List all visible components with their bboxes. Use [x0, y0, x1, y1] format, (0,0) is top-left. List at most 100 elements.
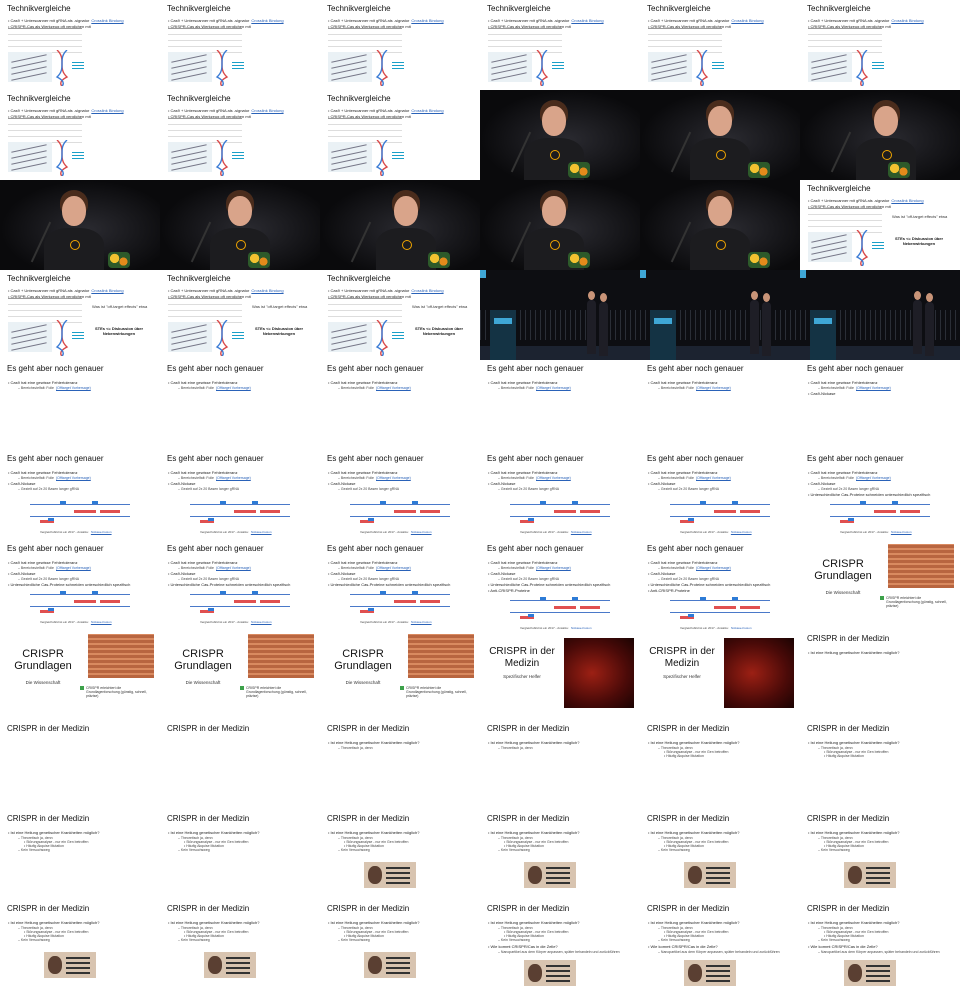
frame-thumbnail[interactable]: Es geht aber noch genauer Cas9 hat eine g…: [160, 450, 320, 540]
frame-thumbnail[interactable]: CRISPR in der Medizin Spezifischer Helfer: [480, 630, 640, 720]
frame-thumbnail[interactable]: Technikvergleiche Cas9 + Unterscanner mit…: [320, 90, 480, 180]
frame-thumbnail[interactable]: CRISPR in der Medizin Ist eine Heilung ge…: [800, 630, 960, 720]
frame-thumbnail[interactable]: Technikvergleiche Cas9 + Unterscanner mit…: [0, 90, 160, 180]
frame-thumbnail[interactable]: Es geht aber noch genauer Cas9 hat eine g…: [800, 450, 960, 540]
caption-link[interactable]: Nickase-Fusion: [891, 530, 912, 534]
frame-thumbnail[interactable]: CRISPR in der Medizin Ist eine Heilung ge…: [480, 900, 640, 990]
frame-thumbnail[interactable]: Es geht aber noch genauer Cas9 hat eine g…: [0, 540, 160, 630]
frame-thumbnail[interactable]: [640, 90, 800, 180]
bullet-link[interactable]: Crosslink Bindung: [891, 18, 923, 23]
sub-link[interactable]: (Offtarget Vorhersage): [856, 476, 891, 480]
frame-thumbnail[interactable]: CRISPR in der Medizin Ist eine Heilung ge…: [480, 720, 640, 810]
frame-thumbnail[interactable]: Es geht aber noch genauer Cas9 hat eine g…: [0, 450, 160, 540]
sub-link[interactable]: (Offtarget Vorhersage): [56, 566, 91, 570]
bullet-link[interactable]: Crosslink Bindung: [251, 18, 283, 23]
frame-thumbnail[interactable]: CRISPR in der Medizin Ist eine Heilung ge…: [160, 900, 320, 990]
frame-thumbnail[interactable]: Es geht aber noch genauer Cas9 hat eine g…: [640, 450, 800, 540]
frame-thumbnail[interactable]: [0, 180, 160, 270]
frame-thumbnail[interactable]: CRISPR in der Medizin Ist eine Heilung ge…: [640, 810, 800, 900]
bullet-link[interactable]: Crosslink Bindung: [731, 18, 763, 23]
frame-thumbnail[interactable]: [320, 180, 480, 270]
frame-thumbnail[interactable]: [480, 270, 640, 360]
frame-thumbnail[interactable]: [800, 90, 960, 180]
frame-thumbnail[interactable]: CRISPR in der Medizin Ist eine Heilung ge…: [320, 720, 480, 810]
frame-thumbnail[interactable]: Es geht aber noch genauer Cas9 hat eine g…: [320, 540, 480, 630]
sub-link[interactable]: (Offtarget Vorhersage): [856, 386, 891, 390]
sub-link[interactable]: (Offtarget Vorhersage): [696, 566, 731, 570]
frame-thumbnail[interactable]: Technikvergleiche Cas9 + Unterscanner mit…: [640, 0, 800, 90]
frame-thumbnail[interactable]: Es geht aber noch genauer Cas9 hat eine g…: [320, 360, 480, 450]
frame-thumbnail[interactable]: CRISPR in der Medizin Ist eine Heilung ge…: [800, 900, 960, 990]
sub-link[interactable]: (Offtarget Vorhersage): [216, 566, 251, 570]
sub-link[interactable]: (Offtarget Vorhersage): [536, 386, 571, 390]
sub-link[interactable]: (Offtarget Vorhersage): [216, 476, 251, 480]
frame-thumbnail[interactable]: [640, 270, 800, 360]
frame-thumbnail[interactable]: Technikvergleiche Cas9 + Unterscanner mit…: [800, 0, 960, 90]
sub-link[interactable]: (Offtarget Vorhersage): [696, 386, 731, 390]
bullet-link[interactable]: Crosslink Bindung: [91, 18, 123, 23]
frame-thumbnail[interactable]: CRISPR in der Medizin Ist eine Heilung ge…: [160, 810, 320, 900]
frame-thumbnail[interactable]: Es geht aber noch genauer Cas9 hat eine g…: [320, 450, 480, 540]
sub-link[interactable]: (Offtarget Vorhersage): [56, 386, 91, 390]
frame-thumbnail[interactable]: Technikvergleiche Cas9 + Unterscanner mit…: [160, 0, 320, 90]
frame-thumbnail[interactable]: CRISPR in der Medizin Ist eine Heilung ge…: [320, 810, 480, 900]
frame-thumbnail[interactable]: Es geht aber noch genauer Cas9 hat eine g…: [640, 360, 800, 450]
frame-thumbnail[interactable]: CRISPR in der Medizin: [160, 720, 320, 810]
sub-link[interactable]: (Offtarget Vorhersage): [216, 386, 251, 390]
caption-link[interactable]: Nickase-Fusion: [411, 620, 432, 624]
frame-thumbnail[interactable]: CRISPR in der Medizin Ist eine Heilung ge…: [640, 900, 800, 990]
frame-thumbnail[interactable]: Es geht aber noch genauer Cas9 hat eine g…: [640, 540, 800, 630]
caption-link[interactable]: Nickase-Fusion: [411, 530, 432, 534]
frame-thumbnail[interactable]: CRISPR Grundlagen Die Wissenschaft CRISPR …: [0, 630, 160, 720]
frame-thumbnail[interactable]: Technikvergleiche Cas9 + Unterscanner mit…: [320, 270, 480, 360]
frame-thumbnail[interactable]: Technikvergleiche Cas9 + Unterscanner mit…: [320, 0, 480, 90]
frame-thumbnail[interactable]: [160, 180, 320, 270]
frame-thumbnail[interactable]: Technikvergleiche Cas9 + Unterscanner mit…: [480, 0, 640, 90]
frame-thumbnail[interactable]: Es geht aber noch genauer Cas9 hat eine g…: [800, 360, 960, 450]
bullet-link[interactable]: Crosslink Bindung: [571, 18, 603, 23]
caption-link[interactable]: Nickase-Fusion: [91, 530, 112, 534]
frame-thumbnail[interactable]: CRISPR Grundlagen Die Wissenschaft CRISPR …: [160, 630, 320, 720]
sub-link[interactable]: (Offtarget Vorhersage): [536, 476, 571, 480]
frame-thumbnail[interactable]: Es geht aber noch genauer Cas9 hat eine g…: [480, 450, 640, 540]
frame-thumbnail[interactable]: CRISPR in der Medizin Ist eine Heilung ge…: [0, 900, 160, 990]
frame-thumbnail[interactable]: CRISPR Grundlagen Die Wissenschaft CRISPR …: [800, 540, 960, 630]
caption-link[interactable]: Nickase-Fusion: [251, 530, 272, 534]
frame-thumbnail[interactable]: Es geht aber noch genauer Cas9 hat eine g…: [480, 360, 640, 450]
caption-link[interactable]: Nickase-Fusion: [251, 620, 272, 624]
caption-link[interactable]: Nickase-Fusion: [571, 530, 592, 534]
frame-thumbnail[interactable]: CRISPR in der Medizin Ist eine Heilung ge…: [480, 810, 640, 900]
frame-thumbnail[interactable]: Technikvergleiche Cas9 + Unterscanner mit…: [800, 180, 960, 270]
frame-thumbnail[interactable]: CRISPR Grundlagen Die Wissenschaft CRISPR …: [320, 630, 480, 720]
bullet-link[interactable]: Crosslink Bindung: [251, 108, 283, 113]
frame-thumbnail[interactable]: CRISPR in der Medizin Ist eine Heilung ge…: [0, 810, 160, 900]
frame-thumbnail[interactable]: Technikvergleiche Cas9 + Unterscanner mit…: [0, 0, 160, 90]
frame-thumbnail[interactable]: Es geht aber noch genauer Cas9 hat eine g…: [480, 540, 640, 630]
frame-thumbnail[interactable]: Technikvergleiche Cas9 + Unterscanner mit…: [0, 270, 160, 360]
frame-thumbnail[interactable]: Es geht aber noch genauer Cas9 hat eine g…: [160, 360, 320, 450]
frame-thumbnail[interactable]: Technikvergleiche Cas9 + Unterscanner mit…: [160, 270, 320, 360]
bullet-link[interactable]: Crosslink Bindung: [91, 108, 123, 113]
frame-thumbnail[interactable]: [640, 180, 800, 270]
sub-link[interactable]: (Offtarget Vorhersage): [376, 566, 411, 570]
caption-link[interactable]: Nickase-Fusion: [731, 530, 752, 534]
bullet-link[interactable]: Crosslink Bindung: [891, 198, 923, 203]
frame-thumbnail[interactable]: CRISPR in der Medizin Spezifischer Helfer: [640, 630, 800, 720]
frame-thumbnail[interactable]: [480, 90, 640, 180]
sub-link[interactable]: (Offtarget Vorhersage): [696, 476, 731, 480]
caption-link[interactable]: Nickase-Fusion: [91, 620, 112, 624]
frame-thumbnail[interactable]: CRISPR in der Medizin: [0, 720, 160, 810]
frame-thumbnail[interactable]: [800, 270, 960, 360]
bullet-link[interactable]: Crosslink Bindung: [91, 288, 123, 293]
bullet-link[interactable]: Crosslink Bindung: [411, 288, 443, 293]
bullet-link[interactable]: Crosslink Bindung: [251, 288, 283, 293]
sub-link[interactable]: (Offtarget Vorhersage): [376, 386, 411, 390]
sub-link[interactable]: (Offtarget Vorhersage): [376, 476, 411, 480]
bullet-link[interactable]: Crosslink Bindung: [411, 18, 443, 23]
sub-link[interactable]: (Offtarget Vorhersage): [536, 566, 571, 570]
sub-link[interactable]: (Offtarget Vorhersage): [56, 476, 91, 480]
frame-thumbnail[interactable]: CRISPR in der Medizin Ist eine Heilung ge…: [320, 900, 480, 990]
frame-thumbnail[interactable]: Technikvergleiche Cas9 + Unterscanner mit…: [160, 90, 320, 180]
frame-thumbnail[interactable]: Es geht aber noch genauer Cas9 hat eine g…: [160, 540, 320, 630]
frame-thumbnail[interactable]: Es geht aber noch genauer Cas9 hat eine g…: [0, 360, 160, 450]
